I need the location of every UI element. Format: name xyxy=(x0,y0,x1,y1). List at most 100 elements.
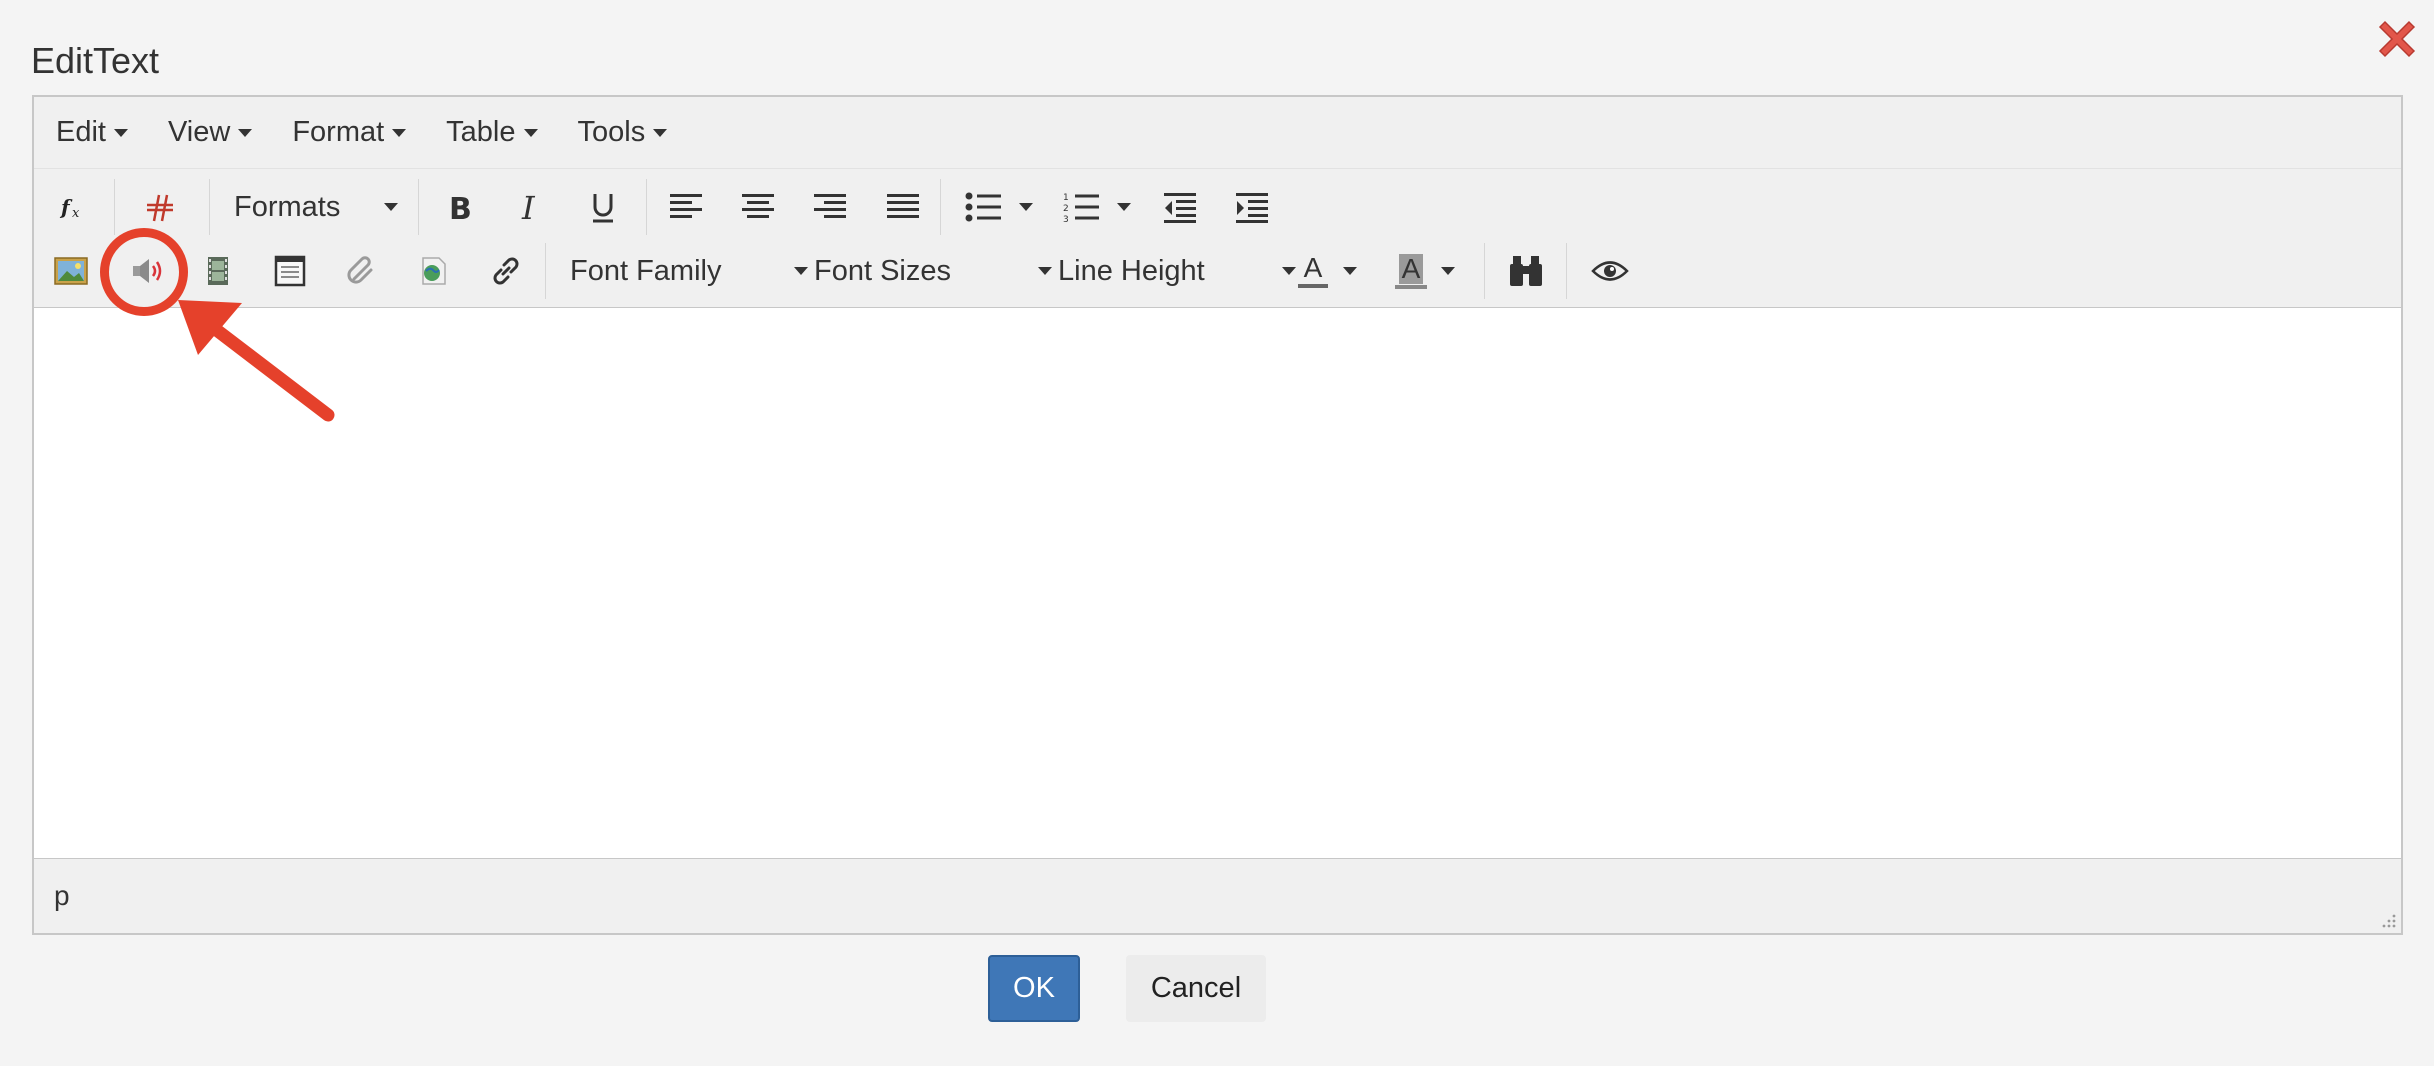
insert-audio-button[interactable] xyxy=(124,243,172,299)
background-color-glyph: A xyxy=(1398,253,1424,284)
line-height-dropdown[interactable]: Line Height xyxy=(1058,243,1296,299)
toolbar-separator xyxy=(114,179,115,235)
strikethrough-icon xyxy=(147,194,173,222)
align-right-icon xyxy=(814,194,846,218)
indent-button[interactable] xyxy=(1228,179,1276,235)
underline-button[interactable] xyxy=(579,179,627,235)
resize-handle-icon[interactable] xyxy=(2379,911,2397,929)
toolbar-separator xyxy=(545,243,546,299)
outdent-icon xyxy=(1164,193,1196,223)
cancel-button[interactable]: Cancel xyxy=(1126,955,1266,1022)
chevron-down-icon xyxy=(113,128,128,137)
background-color-options-button[interactable] xyxy=(1436,243,1460,299)
chevron-down-icon xyxy=(794,267,808,275)
insert-document-button[interactable] xyxy=(266,243,314,299)
insert-video-button[interactable] xyxy=(194,243,242,299)
editor-menubar: Edit View Format Table Tools xyxy=(34,97,2401,169)
chevron-down-icon xyxy=(238,128,253,137)
text-color-glyph: A xyxy=(1303,252,1323,283)
video-icon xyxy=(208,257,228,285)
italic-button[interactable]: I xyxy=(507,179,555,235)
outdent-button[interactable] xyxy=(1156,179,1204,235)
svg-text:x: x xyxy=(72,206,80,221)
web-page-icon xyxy=(422,257,446,285)
chevron-down-icon xyxy=(392,128,407,137)
ok-button[interactable]: OK xyxy=(988,955,1080,1022)
close-button[interactable] xyxy=(2372,14,2422,64)
italic-icon: I xyxy=(521,189,536,225)
svg-text:f: f xyxy=(59,195,73,219)
menu-edit[interactable]: Edit xyxy=(56,116,128,149)
preview-button[interactable] xyxy=(1582,243,1638,299)
text-color-button[interactable]: A xyxy=(1288,243,1338,299)
numbered-list-button[interactable]: 123 xyxy=(1052,179,1112,235)
insert-link-button[interactable] xyxy=(482,243,530,299)
rich-text-editor: Edit View Format Table Tools fx Formats … xyxy=(32,95,2403,935)
menu-edit-label: Edit xyxy=(56,116,106,148)
menu-tools[interactable]: Tools xyxy=(578,116,668,149)
bold-icon: B xyxy=(449,192,472,225)
text-color-options-button[interactable] xyxy=(1338,243,1362,299)
formula-button[interactable]: fx xyxy=(50,179,94,235)
bullet-list-icon xyxy=(965,192,1001,222)
toolbar-separator xyxy=(646,179,647,235)
align-justify-button[interactable] xyxy=(879,179,927,235)
font-family-dropdown[interactable]: Font Family xyxy=(570,243,808,299)
align-justify-icon xyxy=(887,194,919,218)
svg-text:I: I xyxy=(521,189,536,225)
insert-web-page-button[interactable] xyxy=(410,243,458,299)
bullet-list-options-button[interactable] xyxy=(1014,179,1038,235)
menu-format-label: Format xyxy=(292,116,385,148)
toolbar-separator xyxy=(209,179,210,235)
font-sizes-label: Font Sizes xyxy=(814,254,951,287)
align-center-button[interactable] xyxy=(734,179,782,235)
insert-attachment-button[interactable] xyxy=(338,243,386,299)
find-replace-button[interactable] xyxy=(1500,243,1552,299)
editor-content-area[interactable] xyxy=(34,307,2401,859)
chevron-down-icon xyxy=(1117,203,1131,211)
toolbar-separator xyxy=(940,179,941,235)
align-left-button[interactable] xyxy=(662,179,710,235)
toolbar-row-2: Font Family Font Sizes Line Height A A xyxy=(34,239,2401,303)
menu-format[interactable]: Format xyxy=(292,116,407,149)
menu-view-label: View xyxy=(167,116,231,148)
insert-image-button[interactable] xyxy=(48,243,94,299)
editor-statusbar: p xyxy=(34,859,2401,933)
chevron-down-icon xyxy=(1441,267,1455,275)
bold-button[interactable]: B xyxy=(434,179,482,235)
background-color-icon: A xyxy=(1395,253,1427,289)
toolbar-separator xyxy=(1484,243,1485,299)
toolbar-row-1: fx Formats B I 1 2 3 xyxy=(34,175,2401,239)
menu-view[interactable]: View xyxy=(167,116,253,149)
svg-text:B: B xyxy=(449,192,472,225)
svg-text:1: 1 xyxy=(1063,193,1069,203)
font-family-label: Font Family xyxy=(570,254,722,287)
link-icon xyxy=(493,257,519,285)
numbered-list-icon: 123 xyxy=(1063,193,1099,224)
font-sizes-dropdown[interactable]: Font Sizes xyxy=(814,243,1052,299)
numbered-list-options-button[interactable] xyxy=(1112,179,1136,235)
line-height-label: Line Height xyxy=(1058,254,1205,287)
align-right-button[interactable] xyxy=(806,179,854,235)
chevron-down-icon xyxy=(384,203,398,211)
menu-table[interactable]: Table xyxy=(446,116,538,149)
image-icon xyxy=(54,257,88,285)
toolbar-separator xyxy=(418,179,419,235)
formats-dropdown-label: Formats xyxy=(234,190,341,223)
element-path[interactable]: p xyxy=(54,880,70,912)
chevron-down-icon xyxy=(523,128,538,137)
attachment-icon xyxy=(347,256,373,284)
menu-tools-label: Tools xyxy=(577,116,646,148)
underline-icon xyxy=(593,194,613,223)
svg-text:2: 2 xyxy=(1063,204,1069,214)
background-color-button[interactable]: A xyxy=(1386,243,1436,299)
menu-table-label: Table xyxy=(446,116,516,148)
strikethrough-button[interactable] xyxy=(131,179,187,235)
formats-dropdown[interactable]: Formats xyxy=(234,179,398,235)
text-color-icon: A xyxy=(1298,254,1328,288)
align-center-icon xyxy=(742,194,774,218)
bullet-list-button[interactable] xyxy=(954,179,1014,235)
indent-icon xyxy=(1236,193,1268,223)
formula-icon: fx xyxy=(59,195,80,221)
chevron-down-icon xyxy=(653,128,668,137)
